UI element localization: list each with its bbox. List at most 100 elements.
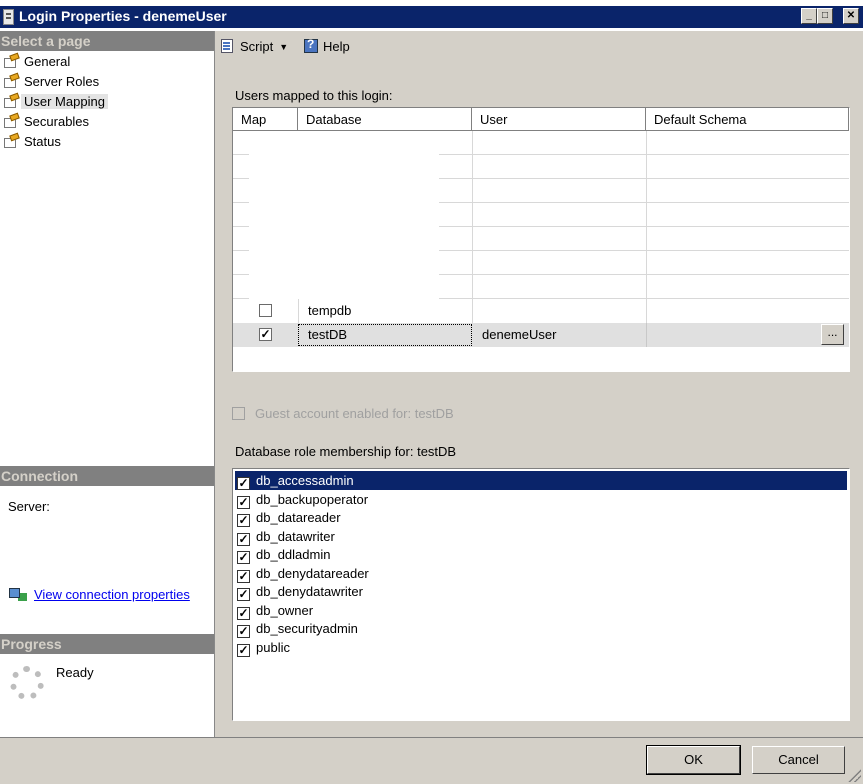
table-row[interactable]: tempdb: [233, 299, 849, 323]
sidebar-item-label: Server Roles: [24, 74, 100, 89]
window-icon: [3, 9, 14, 25]
map-checkbox-testdb[interactable]: ✓: [259, 328, 272, 341]
connection-header-label: Connection: [1, 468, 78, 484]
role-checkbox[interactable]: ✓: [237, 625, 250, 638]
column-header-map[interactable]: Map: [233, 108, 298, 131]
role-checkbox[interactable]: ✓: [237, 643, 250, 657]
table-row[interactable]: ✓ testDB denemeUser ...: [233, 323, 849, 347]
column-header-label: User: [480, 112, 508, 127]
map-checkbox-tempdb[interactable]: [259, 304, 272, 317]
sidebar-item-user-mapping[interactable]: User Mapping: [3, 92, 108, 112]
column-header-label: Map: [241, 112, 267, 127]
grid-line: [472, 299, 473, 323]
guest-checkbox-label: Guest account enabled for: testDB: [255, 406, 454, 421]
page-icon: [3, 54, 21, 68]
sidebar-item-label: General: [24, 54, 71, 69]
role-name: db_backupoperator: [256, 491, 369, 507]
role-checkbox[interactable]: ✓: [237, 514, 250, 527]
help-icon: [303, 37, 319, 54]
column-header-database[interactable]: Database: [298, 108, 472, 131]
user-cell[interactable]: denemeUser: [482, 327, 556, 342]
script-button[interactable]: Script ▼: [220, 38, 288, 54]
connection-icon: [8, 586, 28, 602]
grid-line: [298, 299, 299, 323]
list-item[interactable]: ✓ db_backupoperator: [235, 490, 847, 509]
role-checkbox[interactable]: ✓: [237, 551, 250, 564]
cancel-button[interactable]: Cancel: [752, 746, 845, 774]
role-name: db_ddladmin: [256, 547, 331, 562]
resize-grip-icon[interactable]: [847, 768, 861, 782]
guest-account-checkbox[interactable]: Guest account enabled for: testDB: [232, 406, 454, 421]
role-checkbox[interactable]: ✓: [237, 588, 250, 601]
help-button-label: Help: [323, 39, 350, 54]
page-icon: [3, 134, 21, 148]
help-button[interactable]: Help: [303, 37, 350, 54]
list-item[interactable]: ✓ db_accessadmin: [235, 471, 847, 490]
server-label: Server:: [8, 499, 50, 514]
grid-line: [646, 323, 647, 347]
column-header-label: Database: [306, 112, 362, 127]
window-title: Login Properties - denemeUser: [19, 8, 227, 24]
grid-line: [646, 299, 647, 323]
connection-header: Connection: [0, 466, 214, 486]
view-connection-properties-label: View connection properties: [34, 587, 190, 602]
empty-row: [233, 155, 849, 179]
ok-button[interactable]: OK: [646, 745, 741, 775]
list-item[interactable]: ✓ db_denydatareader: [235, 564, 847, 583]
empty-row: [233, 179, 849, 203]
sidebar-item-securables[interactable]: Securables: [3, 112, 92, 132]
sidebar: Select a page General Server Roles User …: [0, 31, 215, 737]
list-item[interactable]: ✓ db_owner: [235, 601, 847, 620]
sidebar-item-general[interactable]: General: [3, 52, 73, 72]
chevron-down-icon[interactable]: ▼: [279, 42, 288, 52]
view-connection-properties-link[interactable]: View connection properties: [8, 586, 190, 602]
minimize-button[interactable]: _: [801, 8, 817, 24]
list-item[interactable]: ✓ db_securityadmin: [235, 619, 847, 638]
sidebar-item-label: Securables: [24, 114, 90, 129]
sidebar-item-label: User Mapping: [21, 94, 108, 109]
role-checkbox[interactable]: ✓: [237, 606, 250, 620]
role-name: db_denydatareader: [256, 565, 369, 581]
database-cell: tempdb: [308, 303, 352, 318]
guest-checkbox-box[interactable]: [232, 407, 245, 420]
title-bar: Login Properties - denemeUser _ □ ✕: [0, 0, 863, 31]
role-membership-label: Database role membership for: testDB: [235, 444, 457, 459]
role-checkbox[interactable]: ✓: [237, 532, 250, 546]
list-item[interactable]: ✓ public: [235, 638, 847, 657]
empty-row: [233, 275, 849, 299]
list-item[interactable]: ✓ db_ddladmin: [235, 545, 847, 564]
progress-header: Progress: [0, 634, 214, 654]
script-icon: [220, 38, 236, 54]
role-name: db_accessadmin: [256, 473, 354, 488]
role-name: db_securityadmin: [256, 621, 358, 636]
role-name: db_denydatawriter: [256, 584, 363, 599]
sidebar-item-status[interactable]: Status: [3, 132, 64, 152]
database-cell: testDB: [308, 327, 348, 342]
role-name: db_datareader: [256, 510, 341, 525]
empty-row: [233, 203, 849, 227]
column-header-user[interactable]: User: [472, 108, 646, 131]
sidebar-item-label: Status: [24, 134, 61, 149]
footer-divider: [0, 737, 863, 738]
role-checkbox[interactable]: ✓: [237, 569, 250, 583]
column-header-default-schema[interactable]: Default Schema: [646, 108, 849, 131]
maximize-button[interactable]: □: [817, 8, 833, 24]
role-checkbox[interactable]: ✓: [237, 495, 250, 509]
select-page-header-label: Select a page: [1, 33, 91, 49]
toolbar: Script ▼ Help: [216, 31, 863, 61]
sidebar-item-server-roles[interactable]: Server Roles: [3, 72, 102, 92]
progress-spinner-icon: [10, 666, 44, 700]
schema-browse-button[interactable]: ...: [821, 324, 844, 345]
users-mapping-grid: Map Database User Default Schema tempdb …: [232, 107, 850, 372]
role-name: db_owner: [256, 602, 314, 618]
role-checkbox[interactable]: ✓: [237, 477, 250, 490]
close-button[interactable]: ✕: [843, 8, 859, 24]
list-item[interactable]: ✓ db_datareader: [235, 508, 847, 527]
progress-status: Ready: [56, 665, 94, 680]
list-item[interactable]: ✓ db_datawriter: [235, 527, 847, 546]
script-button-label: Script: [240, 39, 274, 54]
users-mapped-label: Users mapped to this login:: [235, 88, 393, 103]
list-item[interactable]: ✓ db_denydatawriter: [235, 582, 847, 601]
empty-row: [233, 227, 849, 251]
column-header-label: Default Schema: [654, 112, 747, 127]
